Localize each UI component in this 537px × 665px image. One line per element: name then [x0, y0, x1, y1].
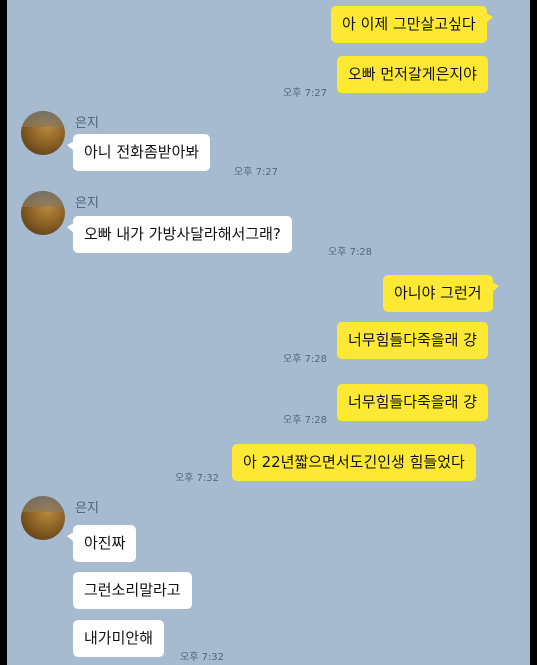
message-timestamp: 오후 7:28	[283, 415, 328, 426]
message-bubble-sent[interactable]: 아 22년짧으면서도긴인생 힘들었다	[232, 444, 476, 481]
message-timestamp: 오후 7:27	[283, 88, 328, 99]
message-bubble-sent[interactable]: 아니야 그런거	[383, 275, 499, 312]
contact-avatar[interactable]	[21, 191, 65, 235]
message-timestamp: 오후 7:28	[283, 354, 328, 365]
message-bubble-received[interactable]: 아진짜	[66, 525, 137, 562]
message-bubble-received[interactable]: 내가미안해	[73, 620, 165, 657]
message-timestamp: 오후 7:32	[175, 473, 220, 484]
message-bubble-sent[interactable]: 오빠 먼저갈게은지야	[337, 56, 488, 93]
message-bubble-sent[interactable]: 너무힘들다죽을래 걍	[337, 384, 488, 421]
message-bubble-received[interactable]: 그런소리말라고	[73, 572, 192, 609]
message-timestamp: 오후 7:27	[234, 167, 279, 178]
message-bubble-sent[interactable]: 너무힘들다죽을래 걍	[337, 322, 488, 359]
contact-avatar[interactable]	[21, 111, 65, 155]
message-timestamp: 오후 7:32	[180, 652, 225, 663]
sender-name: 은지	[75, 196, 99, 211]
message-bubble-sent[interactable]: 아 이제 그만살고싶다	[331, 6, 493, 43]
message-bubble-received[interactable]: 오빠 내가 가방사달라해서그래?	[67, 216, 292, 253]
sender-name: 은지	[75, 116, 99, 131]
sender-name: 은지	[75, 501, 99, 516]
message-bubble-received[interactable]: 아니 전화좀받아봐	[66, 134, 211, 171]
message-timestamp: 오후 7:28	[328, 247, 373, 258]
chat-area[interactable]: 아 이제 그만살고싶다 오빠 먼저갈게은지야 오후 7:27 은지 아니 전화좀…	[7, 0, 530, 665]
contact-avatar[interactable]	[21, 496, 65, 540]
